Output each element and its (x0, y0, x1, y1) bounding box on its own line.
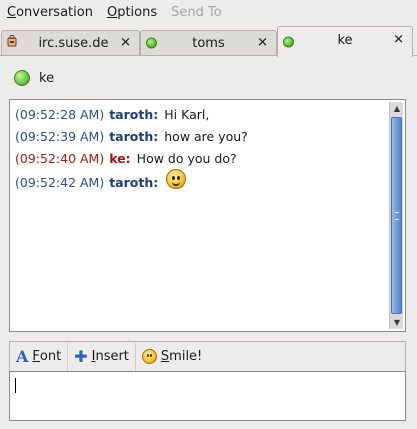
tab-toms[interactable]: toms ✕ (140, 30, 277, 55)
smiley-icon (141, 349, 157, 364)
message-input[interactable] (9, 371, 406, 421)
available-status-icon (14, 70, 30, 86)
sender-name: taroth: (109, 129, 159, 144)
plus-icon: ✚ (74, 347, 88, 366)
message-row: (09:52:39 AM) taroth: how are you? (15, 129, 248, 144)
conversation-tabs: irc.suse.de ✕ toms ✕ ke ✕ (0, 26, 417, 57)
tab-ke[interactable]: ke ✕ (277, 26, 413, 57)
timestamp: (09:52:39 AM) (15, 129, 105, 144)
timestamp: (09:52:28 AM) (15, 107, 105, 122)
message-row: (09:52:42 AM) taroth: (15, 168, 187, 190)
vertical-scrollbar[interactable]: ▲ ▼ (389, 102, 403, 329)
message-text: How do you do? (136, 151, 237, 166)
smiley-icon (166, 168, 187, 189)
text-cursor (15, 378, 16, 393)
menu-options[interactable]: Options (100, 0, 164, 26)
sender-name: ke: (109, 151, 131, 166)
menu-send-to[interactable]: Send To (164, 0, 229, 26)
tab-label: toms (192, 35, 225, 51)
sender-name: taroth: (109, 175, 159, 190)
tab-label: ke (337, 32, 353, 48)
scrollbar-thumb[interactable] (391, 117, 402, 314)
menu-bar: Conversation Options Send To (0, 0, 417, 26)
sender-name: taroth: (109, 107, 159, 122)
scroll-up-icon[interactable]: ▲ (390, 102, 404, 115)
message-row: (09:52:40 AM) ke: How do you do? (15, 151, 237, 166)
tab-label: irc.suse.de (38, 35, 109, 51)
timestamp: (09:52:40 AM) (15, 151, 105, 166)
timestamp: (09:52:42 AM) (15, 175, 105, 190)
scroll-down-icon[interactable]: ▼ (390, 316, 404, 329)
font-button[interactable]: A Font (10, 342, 69, 371)
message-text: how are you? (164, 129, 248, 144)
close-icon[interactable]: ✕ (393, 34, 404, 47)
message-row: (09:52:28 AM) taroth: Hi Karl, (15, 107, 209, 122)
message-log[interactable]: (09:52:28 AM) taroth: Hi Karl, (09:52:39… (9, 99, 406, 332)
smile-button[interactable]: Smile! (136, 343, 208, 371)
insert-button[interactable]: ✚ Insert (68, 342, 136, 371)
message-text: Hi Karl, (164, 107, 210, 122)
conversation-header: ke (14, 68, 54, 88)
menu-conversation[interactable]: Conversation (0, 0, 100, 26)
tab-irc-suse-de[interactable]: irc.suse.de ✕ (1, 30, 140, 55)
format-toolbar: A Font ✚ Insert Smile! (9, 341, 406, 371)
buddy-name: ke (39, 70, 55, 86)
close-icon[interactable]: ✕ (120, 37, 131, 50)
close-icon[interactable]: ✕ (257, 37, 268, 50)
font-icon: A (16, 347, 29, 366)
